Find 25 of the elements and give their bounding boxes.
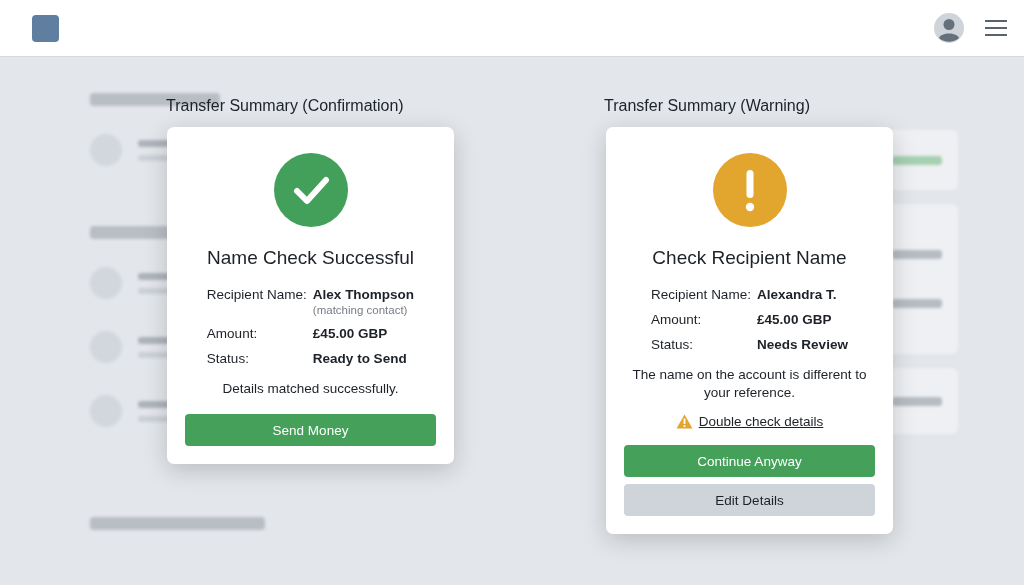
detail-value: Needs Review <box>757 337 848 352</box>
avatar-icon[interactable] <box>934 13 964 43</box>
detail-label: Amount: <box>206 326 259 341</box>
dialog-caption: Transfer Summary (Confirmation) <box>166 97 404 115</box>
secondary-button[interactable]: Edit Details <box>624 484 875 517</box>
dialog-title: Name Check Successful <box>207 247 414 269</box>
detail-label: Amount: <box>651 312 703 327</box>
detail-note: (matching contact) <box>312 304 409 316</box>
dialog-message: The name on the account is different to your reference. <box>631 366 868 403</box>
detail-value: Ready to Send <box>312 351 408 366</box>
logo[interactable] <box>32 14 59 42</box>
detail-label: Recipient Name: <box>206 287 308 304</box>
menu-icon[interactable] <box>984 19 1008 37</box>
detail-label: Recipient Name: <box>651 287 752 302</box>
detail-value: Alex Thompson <box>312 287 415 302</box>
detail-label: Status: <box>206 351 250 366</box>
detail-value: Alexandra T. <box>757 287 838 302</box>
dialog-message: Details matched successfully. <box>221 380 400 398</box>
double-check-link[interactable]: Double check details <box>698 414 824 430</box>
dialog-caption: Transfer Summary (Warning) <box>604 97 810 115</box>
detail-label: Status: <box>651 337 695 352</box>
dialog-title: Check Recipient Name <box>652 247 847 269</box>
warning-icon <box>675 414 693 430</box>
detail-value: £45.00 GBP <box>757 312 833 327</box>
detail-value: £45.00 GBP <box>312 326 389 341</box>
